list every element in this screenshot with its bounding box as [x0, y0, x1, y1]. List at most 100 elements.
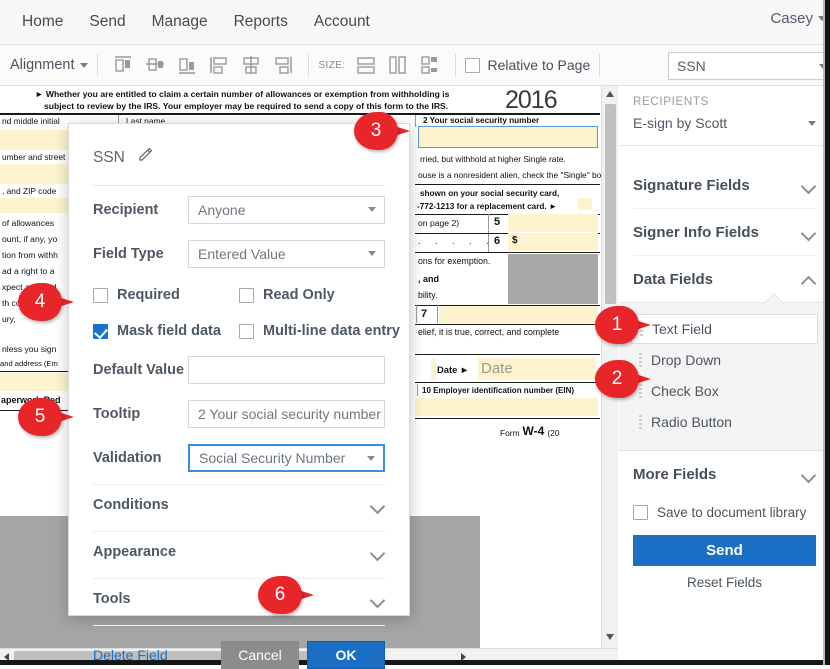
field-type-select[interactable]: Entered Value [188, 240, 385, 268]
form-rule [415, 252, 600, 253]
user-menu[interactable]: Casey [770, 10, 826, 27]
align-center-icon[interactable] [238, 53, 264, 77]
scroll-left-icon[interactable] [4, 653, 9, 661]
recipient-select[interactable]: Anyone [188, 196, 385, 224]
dialog-section-conditions[interactable]: Conditions [69, 485, 409, 525]
drag-handle-icon[interactable] [639, 414, 642, 430]
form-text: ons for exemption. [418, 256, 491, 266]
align-bottom-icon[interactable] [174, 53, 200, 77]
callout-number: 3 [370, 120, 382, 141]
data-field-check-box[interactable]: Check Box [631, 376, 818, 406]
field-type-label: Field Type [93, 246, 164, 262]
nav-item-reports[interactable]: Reports [234, 13, 288, 31]
save-to-document-library-checkbox[interactable]: Save to document library [619, 497, 830, 527]
reset-fields-link[interactable]: Reset Fields [619, 575, 830, 590]
scroll-right-icon[interactable] [461, 653, 466, 661]
form-rule [415, 382, 600, 384]
checkbox-box [464, 57, 480, 73]
data-field-radio-button[interactable]: Radio Button [631, 407, 818, 437]
form-year-paren: (20 [547, 428, 560, 438]
data-field-drop-down[interactable]: Drop Down [631, 345, 818, 375]
tooltip-input[interactable]: 2 Your social security number [188, 400, 385, 428]
more-fields-section: More Fields Save to document library Sen… [619, 451, 830, 590]
required-checkbox[interactable]: Required [93, 280, 239, 310]
form-text: shown on your social security card, [420, 189, 560, 198]
dialog-title: SSN [93, 148, 125, 166]
form-divider [417, 384, 418, 396]
multi-line-data-entry-checkbox[interactable]: Multi-line data entry [239, 316, 400, 346]
sidebar-section-signature-fields[interactable]: Signature Fields [619, 162, 830, 208]
checkbox-row-2: Mask field data Multi-line data entry [69, 316, 409, 346]
same-size-icon[interactable] [417, 53, 443, 77]
mask-field-data-checkbox[interactable]: Mask field data [93, 316, 239, 346]
toolbar-divider [599, 54, 601, 76]
field-type-value: Entered Value [198, 246, 286, 262]
toolbar-divider [97, 54, 99, 76]
scrollbar-thumb[interactable] [605, 104, 616, 304]
align-left-icon[interactable] [206, 53, 232, 77]
form-field[interactable] [431, 358, 436, 380]
form-field[interactable] [439, 306, 598, 323]
send-button[interactable]: Send [633, 535, 816, 566]
form-field[interactable] [415, 398, 598, 416]
nav-item-send[interactable]: Send [89, 13, 125, 31]
sidebar-section-more-fields[interactable]: More Fields [619, 451, 830, 497]
same-height-icon[interactable] [353, 53, 379, 77]
form-rule [0, 113, 600, 115]
pencil-icon[interactable] [136, 146, 154, 169]
divider [93, 185, 385, 186]
nav-item-account[interactable]: Account [314, 13, 370, 31]
size-label: SIZE: [318, 59, 346, 71]
default-value-input[interactable] [188, 356, 385, 384]
form-text: of allowances [2, 218, 55, 228]
align-top-icon[interactable] [110, 53, 136, 77]
dialog-section-tools[interactable]: Tools [69, 579, 409, 619]
ssn-form-field[interactable] [418, 126, 598, 148]
sidebar-section-data-fields[interactable]: Data Fields [619, 256, 830, 302]
relative-to-page-checkbox[interactable]: Relative to Page [464, 57, 590, 73]
form-text: nd middle initial [2, 116, 60, 126]
callout-marker-2: 2 [595, 360, 651, 398]
data-field-text-field[interactable]: Text Field [631, 314, 818, 344]
user-name-label: Casey [770, 10, 813, 27]
form-box-number: 5 [494, 216, 501, 228]
scroll-up-icon[interactable] [606, 91, 614, 97]
delete-field-link[interactable]: Delete Field [93, 647, 168, 663]
form-field[interactable] [508, 233, 598, 251]
form-date-placeholder: Date [481, 360, 513, 377]
field-name-dropdown[interactable]: SSN [668, 52, 830, 80]
align-middle-horizontal-icon[interactable] [142, 53, 168, 77]
form-text: Date ► [437, 364, 470, 375]
sidebar-section-signer-info-fields[interactable]: Signer Info Fields [619, 209, 830, 255]
form-rule [415, 418, 600, 420]
form-box-number: 7 [421, 308, 428, 320]
recipient-dropdown[interactable]: E-sign by Scott [633, 115, 816, 131]
form-text: ury, [2, 314, 16, 324]
form-text: rried, but withhold at higher Single rat… [420, 154, 566, 164]
nav-item-manage[interactable]: Manage [152, 13, 208, 31]
form-text: . . . . . [418, 236, 495, 246]
alignment-dropdown[interactable]: Alignment [10, 57, 89, 73]
form-checkbox-field[interactable] [578, 198, 592, 210]
form-divider [437, 305, 438, 323]
scroll-down-icon[interactable] [606, 634, 614, 640]
form-field[interactable] [508, 214, 598, 232]
form-footer: Form W-4 (20 [500, 424, 559, 438]
form-text: ad a right to a [2, 266, 55, 276]
form-text: , and [418, 274, 440, 284]
nav-item-home[interactable]: Home [22, 13, 63, 31]
read-only-checkbox[interactable]: Read Only [239, 280, 385, 310]
same-width-icon[interactable] [385, 53, 411, 77]
callout-number: 2 [611, 368, 623, 389]
dialog-section-appearance[interactable]: Appearance [69, 532, 409, 572]
validation-select[interactable]: Social Security Number [188, 444, 385, 472]
chevron-down-icon [803, 470, 816, 478]
checkbox-box [239, 323, 254, 339]
checkbox-label: Read Only [263, 287, 335, 303]
align-right-icon[interactable] [270, 53, 296, 77]
checkbox-box [93, 287, 108, 303]
toolbar-divider [454, 54, 456, 76]
window-border-inner [823, 0, 825, 665]
form-dollar-sign: $ [512, 235, 518, 246]
